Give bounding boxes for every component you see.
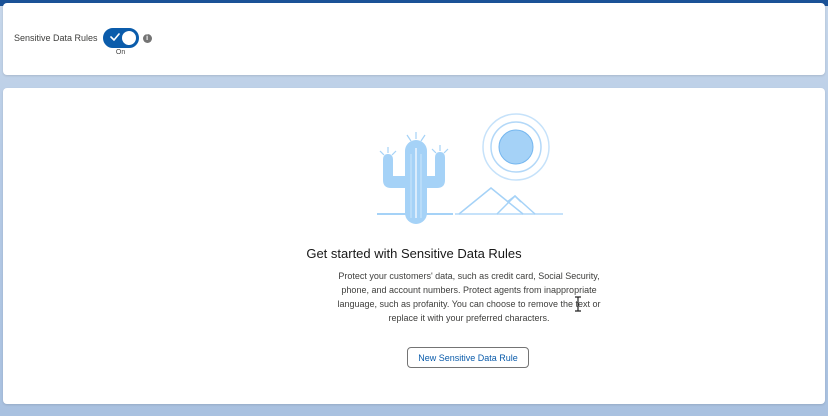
check-icon: [109, 33, 120, 41]
toggle-state-text: On: [115, 49, 126, 56]
main-card: Get started with Sensitive Data Rules Pr…: [3, 88, 825, 404]
desert-cactus-illustration: [377, 113, 563, 224]
empty-state-description: Protect your customers' data, such as cr…: [337, 271, 601, 323]
text-cursor-icon: [575, 296, 581, 312]
sensitive-data-toggle[interactable]: On: [102, 28, 139, 56]
toggle-knob[interactable]: [121, 31, 136, 45]
sensitive-data-toggle-row: Sensitive Data Rules On i: [14, 28, 152, 56]
new-sensitive-data-rule-button[interactable]: New Sensitive Data Rule: [407, 347, 529, 368]
info-icon[interactable]: i: [142, 33, 152, 43]
toggle-track[interactable]: [102, 28, 139, 48]
empty-state-title: Get started with Sensitive Data Rules: [306, 246, 522, 261]
toggle-label: Sensitive Data Rules: [14, 33, 98, 43]
header-card: Sensitive Data Rules On i: [3, 3, 825, 75]
